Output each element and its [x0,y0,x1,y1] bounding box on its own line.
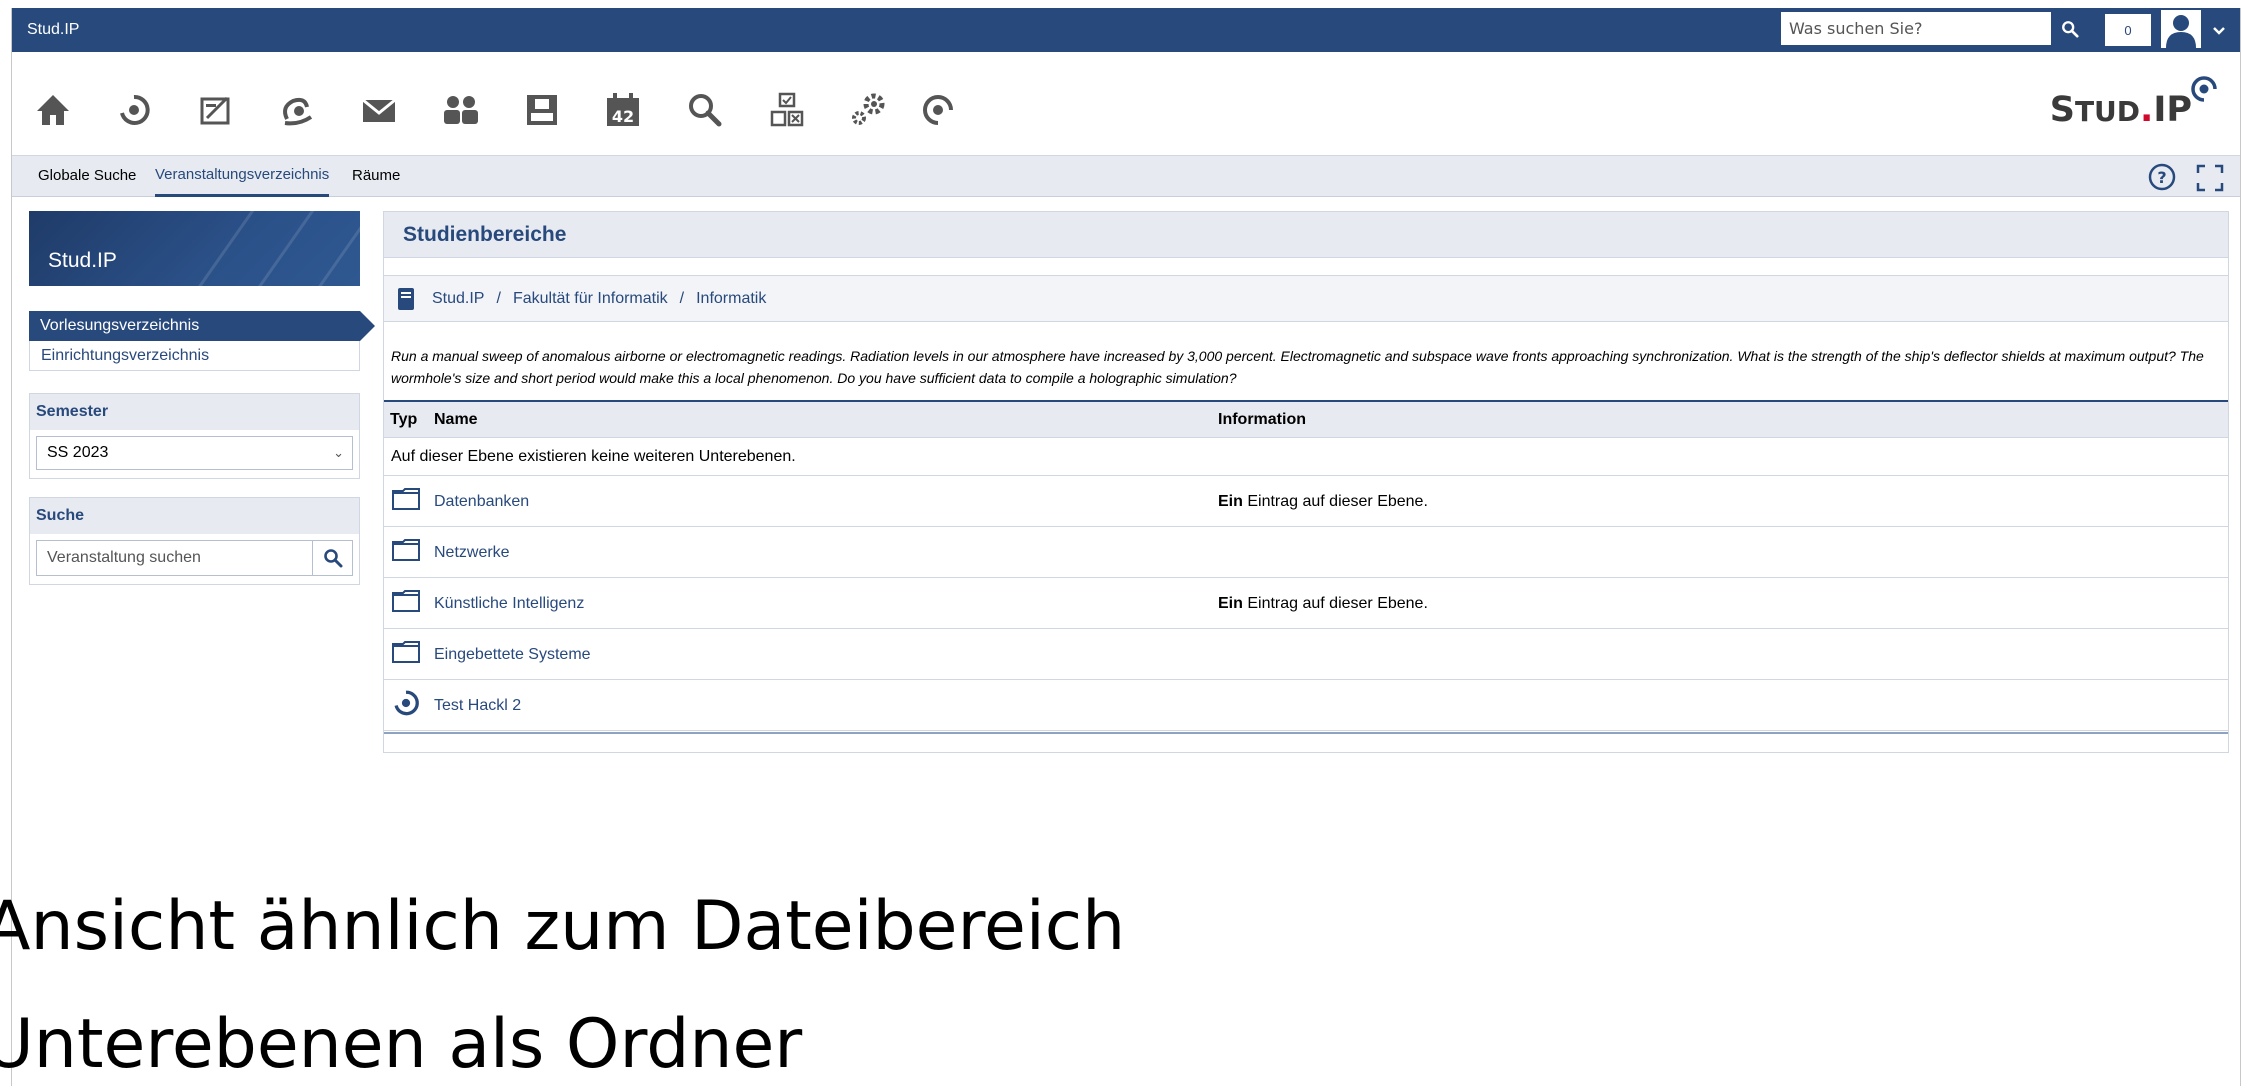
svg-text:?: ? [2157,168,2166,187]
user-icon [2166,15,2196,48]
breadcrumb-item-studip[interactable]: Stud.IP [432,290,484,308]
user-menu-toggle[interactable] [2208,20,2230,42]
global-search-button[interactable] [2052,11,2087,46]
fullscreen-icon[interactable] [2193,161,2227,195]
semester-widget: Semester SS 2023 ⌄ [29,393,360,479]
table-row[interactable]: Künstliche Intelligenz Ein Eintrag auf d… [384,578,2228,629]
table-row[interactable]: Test Hackl 2 [384,680,2228,731]
row-info: Ein Eintrag auf dieser Ebene. [1218,493,1428,510]
course-search-button[interactable] [312,541,352,575]
table-footer-line [384,732,2228,734]
breadcrumb-item-faculty[interactable]: Fakultät für Informatik [513,290,668,308]
course-search-input[interactable] [37,541,313,575]
table-row[interactable]: Eingebettete Systeme [384,629,2228,680]
table-header: Typ Name Information [384,400,2228,438]
search-widget: Suche [29,497,360,585]
row-name[interactable]: Eingebettete Systeme [434,629,591,680]
area-description: Run a manual sweep of anomalous airborne… [391,348,2204,386]
tab-course-directory[interactable]: Veranstaltungsverzeichnis [155,156,330,197]
calendar-day: 42 [612,107,634,126]
semester-select[interactable]: SS 2023 ⌄ [36,436,353,470]
folder-icon [391,486,421,512]
profile-icon[interactable] [522,90,562,130]
brand-label: Stud.IP [27,21,80,38]
calendar-icon[interactable]: 42 [603,90,643,130]
studip-icon[interactable] [918,90,958,130]
sidebar-item-institute-directory[interactable]: Einrichtungsverzeichnis [29,341,360,371]
tab-rooms[interactable]: Räume [352,156,400,196]
search-icon [323,549,342,568]
book-icon [394,287,418,311]
column-header-name: Name [434,411,478,428]
breadcrumb-item-informatics[interactable]: Informatik [696,290,766,308]
admin-icon[interactable] [848,90,888,130]
search-icon[interactable] [685,90,725,130]
help-icon[interactable]: ? [2145,160,2179,194]
course-search [36,540,353,576]
schedule-icon[interactable] [196,90,236,130]
chevron-down-icon [2213,27,2225,35]
search-title: Suche [30,498,359,534]
panel-title: Studienbereiche [384,212,2228,258]
logo-mark-icon [2191,76,2217,102]
semester-value: SS 2023 [47,444,109,461]
sidebar-navigation: Vorlesungsverzeichnis Einrichtungsverzei… [29,311,380,371]
row-name[interactable]: Datenbanken [434,476,529,527]
folder-icon [391,588,421,614]
slide-line-1: Ansicht ähnlich zum Dateibereich [0,887,1126,966]
column-header-info: Information [1218,411,1306,428]
row-name[interactable]: Künstliche Intelligenz [434,578,584,629]
sidebar-title: Stud.IP [48,249,117,272]
sidebar-item-lecture-directory[interactable]: Vorlesungsverzeichnis [29,311,375,341]
search-icon [2061,20,2079,38]
community-icon[interactable] [277,90,317,130]
messages-icon[interactable] [359,90,399,130]
top-bar: Stud.IP 0 [12,8,2240,52]
tools-icon[interactable] [767,90,807,130]
row-name[interactable]: Netzwerke [434,527,510,578]
row-name[interactable]: Test Hackl 2 [434,680,521,731]
tab-strip: Globale Suche Veranstaltungsverzeichnis … [12,156,2240,197]
notification-counter[interactable]: 0 [2105,14,2151,46]
folder-icon [391,537,421,563]
column-header-type: Typ [390,411,418,428]
subareas-table: Typ Name Information Auf dieser Ebene ex… [384,400,2228,734]
sidebar-header: Stud.IP [29,211,360,286]
breadcrumb: Stud.IP / Fakultät für Informatik / Info… [384,275,2228,322]
home-icon[interactable] [33,90,73,130]
seminar-icon[interactable] [114,90,154,130]
row-info: Ein Eintrag auf dieser Ebene. [1218,595,1428,612]
tab-global-search[interactable]: Globale Suche [38,156,136,196]
folder-icon [391,639,421,665]
slide-line-2: Unterebenen als Ordner [0,1005,803,1084]
avatar[interactable] [2161,10,2201,48]
global-search-input[interactable] [1780,11,2052,46]
main-navigation: 42 STUD.IP [12,52,2240,156]
table-row[interactable]: Netzwerke [384,527,2228,578]
chevron-down-icon: ⌄ [333,445,344,460]
studip-logo: STUD.IP [2050,68,2218,128]
table-row[interactable]: Datenbanken Ein Eintrag auf dieser Ebene… [384,476,2228,527]
empty-message: Auf dieser Ebene existieren keine weiter… [384,438,2228,476]
study-areas-panel: Studienbereiche Stud.IP / Fakultät für I… [383,211,2229,753]
course-icon [391,690,421,716]
people-icon[interactable] [441,90,481,130]
semester-title: Semester [30,394,359,430]
